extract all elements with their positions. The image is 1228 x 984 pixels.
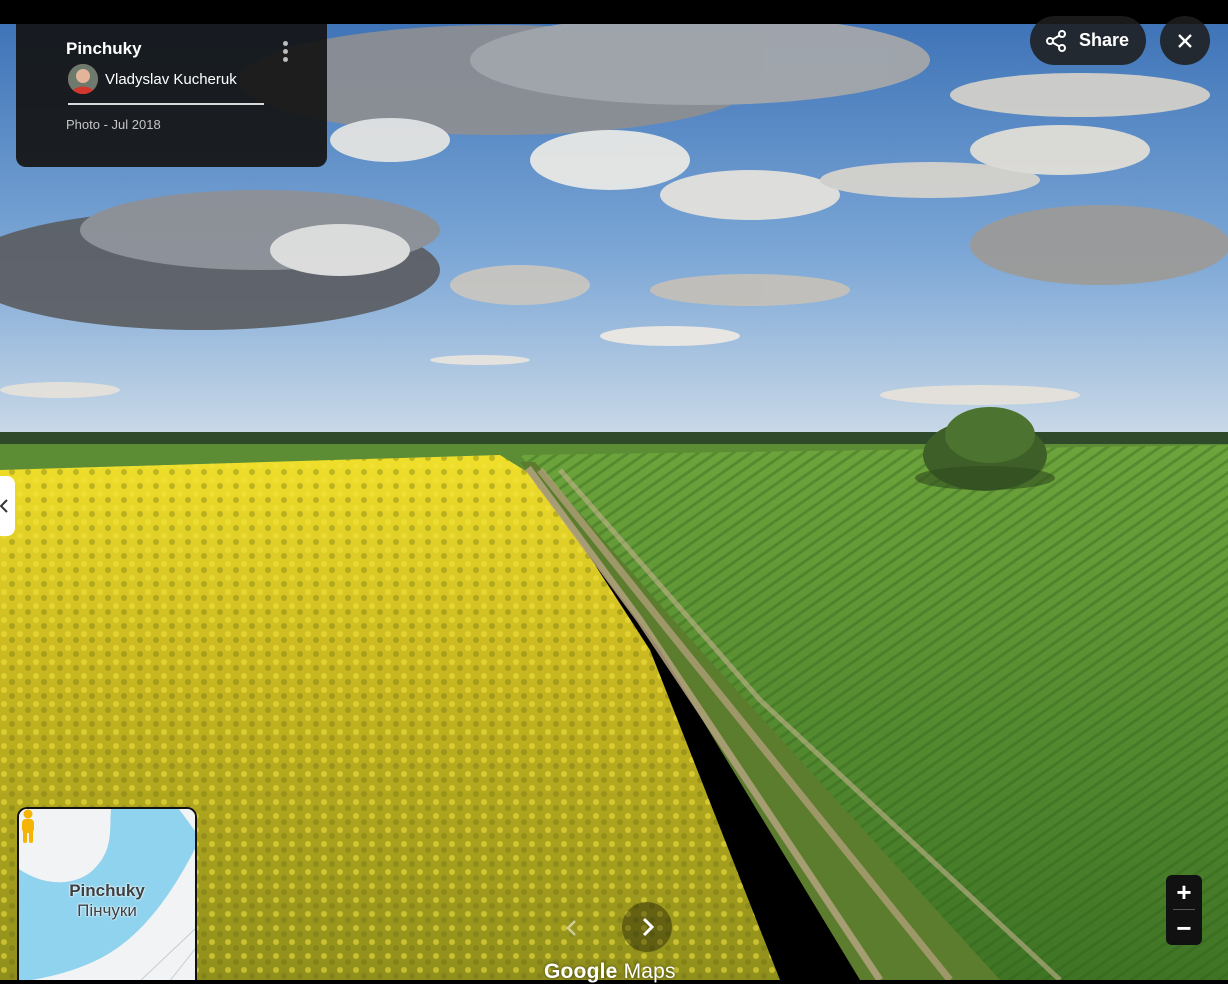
chevron-right-icon bbox=[642, 917, 655, 937]
share-label: Share bbox=[1079, 30, 1130, 50]
photo-info-card: Pinchuky Vladyslav Kucheruk Photo - Jul … bbox=[16, 24, 327, 167]
divider bbox=[68, 103, 264, 105]
place-title[interactable]: Pinchuky bbox=[66, 39, 142, 59]
zoom-divider bbox=[1173, 909, 1195, 910]
share-button[interactable]: Share bbox=[1030, 16, 1146, 65]
zoom-in-button[interactable]: + bbox=[1166, 875, 1202, 909]
photo-date: Photo - Jul 2018 bbox=[66, 117, 161, 132]
close-button[interactable] bbox=[1160, 16, 1210, 65]
map-label-cyrillic: Пінчуки bbox=[77, 901, 137, 920]
author-row[interactable]: Vladyslav Kucheruk bbox=[68, 64, 237, 94]
chevron-left-icon bbox=[0, 499, 8, 513]
previous-photo-button[interactable] bbox=[560, 912, 584, 944]
google-maps-watermark: Google Maps bbox=[544, 960, 676, 984]
chevron-left-icon bbox=[566, 920, 576, 936]
pegman-icon bbox=[22, 809, 34, 843]
author-name: Vladyslav Kucheruk bbox=[105, 70, 237, 88]
avatar bbox=[68, 64, 98, 94]
close-icon bbox=[1178, 33, 1192, 48]
map-label-latin: Pinchuky bbox=[69, 881, 145, 900]
share-icon bbox=[1046, 29, 1066, 52]
zoom-controls: + − bbox=[1166, 875, 1202, 945]
minimap[interactable]: Pinchuky Пінчуки bbox=[17, 807, 197, 980]
more-vert-icon[interactable] bbox=[278, 40, 294, 64]
zoom-out-button[interactable]: − bbox=[1166, 911, 1202, 945]
collapse-panel-button[interactable] bbox=[0, 476, 15, 536]
next-photo-button[interactable] bbox=[622, 902, 672, 952]
